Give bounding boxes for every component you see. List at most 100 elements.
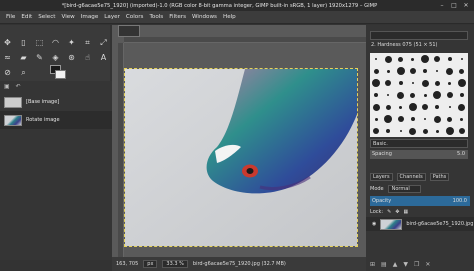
brush-preview[interactable] [424, 118, 427, 120]
brush-preview[interactable] [384, 55, 392, 63]
zoom-tool-icon[interactable]: ⌕ [18, 67, 29, 78]
tab-layers[interactable]: Layers [370, 173, 393, 181]
brush-preview[interactable] [373, 128, 380, 134]
menu-image[interactable]: Image [78, 14, 102, 20]
brush-preview[interactable] [410, 117, 415, 121]
brush-preview[interactable] [434, 56, 441, 62]
menu-windows[interactable]: Windows [189, 14, 220, 20]
align-tool-icon[interactable]: ▯ [18, 37, 29, 48]
brush-preview[interactable] [374, 117, 378, 121]
minimize-button[interactable]: – [439, 2, 445, 9]
brush-preview[interactable] [422, 128, 428, 134]
undo-history-tab-icon[interactable]: ↶ [16, 83, 21, 90]
image-tab-thumbnail[interactable] [118, 25, 140, 37]
visibility-eye-icon[interactable]: ◉ [372, 221, 376, 227]
brush-grid[interactable] [370, 53, 468, 137]
rect-select-tool-icon[interactable]: ⬚ [34, 37, 45, 48]
crop-tool-icon[interactable]: ⌗ [82, 37, 93, 48]
brush-preview[interactable] [435, 105, 440, 109]
brush-preview[interactable] [396, 67, 405, 75]
brush-preview[interactable] [448, 81, 452, 85]
brush-preview[interactable] [447, 57, 452, 61]
new-layer-icon[interactable]: ⊞ [370, 261, 375, 270]
color-picker-tool-icon[interactable]: ⊘ [2, 67, 13, 78]
lower-layer-icon[interactable]: ▼ [403, 261, 408, 270]
lock-pixels-icon[interactable]: ✎ [387, 209, 391, 215]
brush-preview[interactable] [385, 104, 391, 110]
canvas-area[interactable] [112, 25, 366, 257]
unit-select[interactable]: px [143, 260, 158, 268]
brush-preview[interactable] [421, 79, 429, 87]
brush-preview[interactable] [399, 130, 402, 132]
brush-preview[interactable] [422, 104, 429, 110]
brush-preview[interactable] [398, 81, 403, 85]
brush-preview[interactable] [436, 70, 439, 72]
brush-preview[interactable] [446, 92, 453, 98]
delete-layer-icon[interactable]: ✕ [425, 261, 430, 270]
menu-edit[interactable]: Edit [18, 14, 35, 20]
brush-preview[interactable] [433, 91, 442, 99]
raise-layer-icon[interactable]: ▲ [393, 261, 398, 270]
brush-preview[interactable] [434, 80, 440, 86]
brush-preview[interactable] [458, 103, 466, 111]
fill-tool-icon[interactable]: ▰ [18, 52, 29, 63]
brush-preview[interactable] [372, 103, 380, 111]
move-tool-icon[interactable]: ✥ [2, 37, 13, 48]
image-canvas[interactable] [124, 68, 358, 247]
brush-filter-input[interactable] [370, 31, 468, 40]
tab-paths[interactable]: Paths [429, 173, 450, 181]
zoom-select[interactable]: 33.3 % [162, 260, 188, 268]
brush-preview[interactable] [435, 129, 439, 133]
menu-filters[interactable]: Filters [166, 14, 189, 20]
lock-position-icon[interactable]: ✥ [395, 209, 399, 215]
brush-preview[interactable] [423, 93, 427, 97]
images-tab-icon[interactable]: ▣ [4, 83, 10, 90]
image-list-item-active[interactable]: Rotate image [0, 111, 112, 129]
close-button[interactable]: ✕ [463, 2, 469, 9]
brush-preview[interactable] [460, 117, 464, 121]
brush-preview[interactable] [411, 82, 414, 84]
tab-channels[interactable]: Channels [396, 173, 426, 181]
brush-preview[interactable] [447, 116, 453, 122]
brush-preview[interactable] [459, 93, 464, 97]
brush-preview[interactable] [408, 103, 417, 111]
menu-select[interactable]: Select [35, 14, 58, 20]
eraser-tool-icon[interactable]: ◈ [50, 52, 61, 63]
brush-preset-field[interactable]: Basic. [370, 139, 468, 148]
brush-preview[interactable] [459, 68, 465, 74]
brush-preview[interactable] [409, 127, 417, 135]
duplicate-layer-icon[interactable]: ❐ [414, 261, 419, 270]
brush-preview[interactable] [409, 68, 416, 74]
brush-preview[interactable] [373, 68, 379, 74]
brush-preview[interactable] [387, 94, 390, 96]
warp-tool-icon[interactable]: ≈ [2, 52, 13, 63]
brush-preview[interactable] [386, 129, 391, 133]
brush-preview[interactable] [411, 57, 415, 61]
brush-preview[interactable] [445, 127, 454, 135]
menu-layer[interactable]: Layer [101, 14, 123, 20]
layer-row[interactable]: ◉ bird-g6acae5e75_1920.jpg [366, 217, 474, 231]
spacing-slider[interactable]: Spacing 5.0 [370, 150, 468, 159]
clone-tool-icon[interactable]: ⊛ [66, 52, 77, 63]
horizontal-ruler[interactable] [124, 37, 366, 43]
brush-preview[interactable] [385, 80, 392, 86]
brush-preview[interactable] [399, 105, 403, 109]
brush-preview[interactable] [372, 79, 381, 87]
mode-select[interactable]: Normal [387, 185, 421, 193]
brush-preview[interactable] [458, 128, 465, 134]
brush-preview[interactable] [397, 116, 404, 122]
brush-preview[interactable] [374, 93, 379, 97]
smudge-tool-icon[interactable]: ☝ [82, 52, 93, 63]
new-group-icon[interactable]: ▤ [381, 261, 387, 270]
brush-preview[interactable] [375, 58, 378, 60]
opacity-slider[interactable]: Opacity 100.0 [370, 196, 470, 206]
paintbrush-tool-icon[interactable]: ✎ [34, 52, 45, 63]
brush-preview[interactable] [457, 79, 466, 87]
brush-preview[interactable] [410, 92, 416, 98]
brush-preview[interactable] [460, 58, 463, 60]
brush-preview[interactable] [448, 106, 451, 108]
brush-preview[interactable] [421, 55, 430, 63]
menu-colors[interactable]: Colors [123, 14, 147, 20]
menu-file[interactable]: File [3, 14, 18, 20]
menu-view[interactable]: View [58, 14, 77, 20]
